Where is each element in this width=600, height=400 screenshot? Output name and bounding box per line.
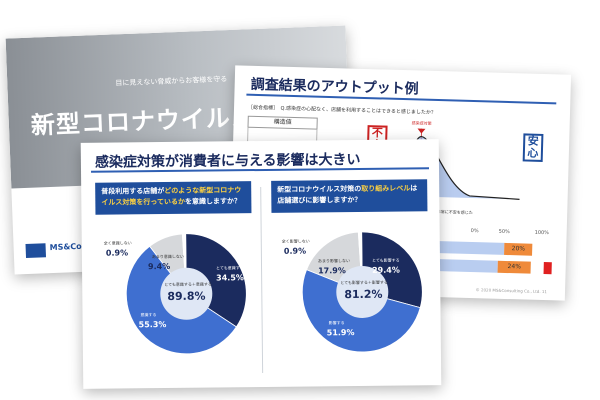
right-label-d: 影響する: [328, 320, 345, 326]
company-logo-icon: [25, 243, 47, 258]
right-label-b: あまり影響しない: [317, 258, 350, 264]
right-question-highlight: 取り組みレベル: [361, 184, 411, 193]
right-question-box: 新型コロナウイルス対策の取り組みレベルは店舗選びに影響しますか？: [271, 179, 428, 213]
results-footer: © 2020 MS&Consulting Co., Ltd. 11: [475, 287, 548, 295]
peak-marker-icon: [417, 128, 426, 134]
peak-label: 感染症対策: [411, 120, 432, 126]
bar-seg-value: 20%: [504, 242, 533, 256]
left-center-label: とても意識する＋意識する: [164, 281, 212, 288]
left-pct-a: 0.9%: [105, 248, 129, 258]
right-pct-d: 51.9%: [326, 328, 355, 338]
left-label-d: 意識する: [140, 312, 157, 318]
right-question-part1: 新型コロナウイルス対策の: [277, 184, 362, 194]
axis-label-0: 0%: [470, 227, 479, 235]
right-label-a: 全く影響しない: [281, 238, 310, 244]
left-center-pct: 89.8%: [167, 289, 206, 303]
left-pct-b: 9.4%: [147, 261, 171, 272]
left-question-part2: を意識しますか？: [184, 197, 242, 206]
result-bar-row-1: 20%: [426, 240, 554, 257]
front-slide: 感染症対策が消費者に与える影響は大きい 普段利用する店舗がどのような新型コロナウ…: [80, 139, 442, 389]
left-pct-c: 34.5%: [216, 273, 244, 283]
left-label-a: 全く意識しない: [103, 240, 132, 246]
left-question-box: 普段利用する店舗がどのような新型コロナウイルス対策を行っているかを意識しますか？: [95, 181, 252, 215]
right-center-pct: 81.2%: [344, 287, 383, 302]
column-divider: [260, 186, 264, 373]
right-pct-c: 29.4%: [372, 265, 400, 275]
left-pct-d: 55.3%: [138, 319, 167, 330]
axis-label-50: 50%: [498, 228, 510, 236]
bar-seg-value: 24%: [497, 260, 532, 274]
left-question-part1: 普段利用する店舗が: [101, 187, 165, 196]
bar-seg-red: [543, 262, 552, 275]
left-label-b: あまり意識しない: [151, 253, 184, 260]
left-label-c: とても意識する: [216, 265, 244, 271]
axis-label-100: 100%: [534, 229, 550, 237]
tag-anshin: 安心: [522, 133, 544, 162]
results-question: ［総合指標］ Q.感染症の心配なく、店舗を利用することはできると感じましたか？: [247, 104, 436, 116]
right-pct-b: 17.9%: [318, 266, 346, 276]
result-bar-row-2: 24%: [425, 258, 554, 275]
right-label-c: とても影響する: [371, 257, 400, 263]
right-pct-a: 0.9%: [283, 246, 307, 256]
right-center-label: とても影響する＋影響する: [340, 279, 388, 286]
